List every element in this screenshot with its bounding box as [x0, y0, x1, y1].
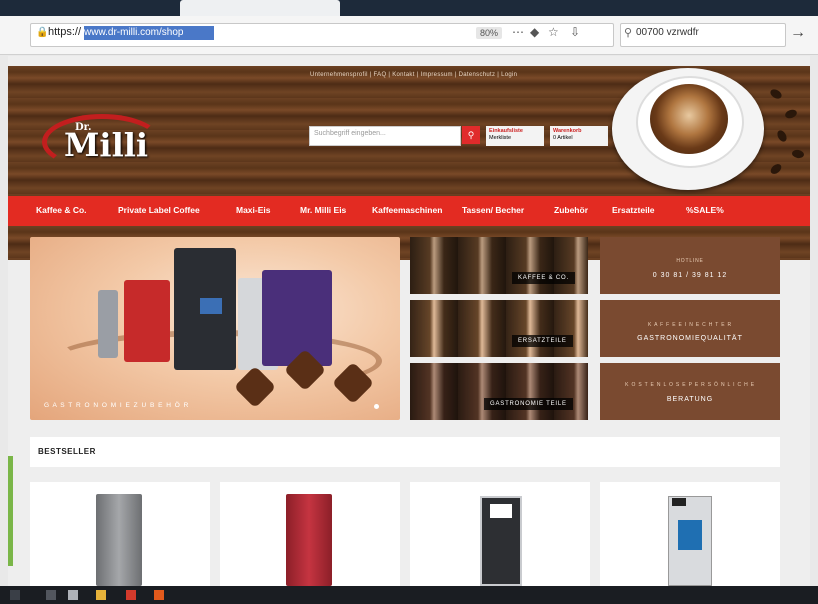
hotline-tile[interactable] [600, 237, 780, 294]
url-prefix: https:// [48, 26, 82, 38]
beratung-label: K O S T E N L O S E P E R S Ö N L I C H … [625, 382, 755, 388]
hotline-number: 0 30 81 / 39 81 12 [652, 272, 728, 279]
cart-box[interactable]: Warenkorb 0 Artikel [550, 126, 608, 146]
nav-item-tassen[interactable]: Tassen/ Becher [462, 205, 524, 215]
tile-gastronomie[interactable] [410, 363, 588, 420]
app-icon[interactable] [126, 590, 136, 600]
task-view-icon[interactable] [68, 590, 78, 600]
search-icon[interactable] [46, 590, 56, 600]
browser-tab-active[interactable] [180, 0, 340, 16]
nav-item-kaffeemaschinen[interactable]: Kaffeemaschinen [372, 205, 442, 215]
tile-kaffee[interactable] [410, 237, 588, 294]
coffee-machine-image [124, 280, 170, 362]
download-icon[interactable]: ⇩ [570, 25, 580, 39]
nav-item-maxi-eis[interactable]: Maxi-Eis [236, 205, 271, 215]
cart-title: Warenkorb [553, 128, 582, 134]
bestseller-title: BESTSELLER [38, 447, 96, 456]
tile-ersatzteile[interactable] [410, 300, 588, 357]
browser-tab-bar [0, 0, 818, 16]
tile-kaffee-label: KAFFEE & CO. [512, 272, 575, 284]
machine-display-image [200, 298, 222, 314]
hotline-label: HOTLINE [676, 258, 704, 264]
wishlist-box[interactable]: Einkaufsliste Merkliste [486, 126, 544, 146]
nav-item-sale[interactable]: %SALE% [686, 205, 724, 215]
product-image [96, 494, 142, 586]
zoom-level[interactable]: 80% [476, 27, 503, 39]
beratung-tile[interactable] [600, 363, 780, 420]
hero-caption: G A S T R O N O M I E Z U B E H Ö R [44, 402, 190, 409]
product-image [286, 494, 332, 586]
arrow-right-icon[interactable]: → [790, 24, 806, 42]
nav-item-kaffee[interactable]: Kaffee & Co. [36, 205, 87, 215]
tile-gastronomie-label: GASTRONOMIE TEILE [484, 398, 573, 410]
search-icon: ⚲ [624, 27, 633, 39]
machine-display-image [678, 520, 702, 550]
product-image [672, 498, 686, 506]
explorer-icon[interactable] [96, 590, 106, 600]
top-links[interactable]: Unternehmensprofil | FAQ | Kontakt | Imp… [310, 72, 517, 78]
feedback-tab[interactable] [8, 456, 13, 566]
slider-dot[interactable] [374, 404, 379, 409]
machine-display-image [490, 504, 512, 518]
nav-item-mr-milli[interactable]: Mr. Milli Eis [300, 205, 346, 215]
wishlist-title: Einkaufsliste [489, 128, 523, 134]
more-icon[interactable]: ⋯ [512, 25, 524, 39]
quality-label: K A F F E E I N E C H T E R [648, 322, 732, 328]
wishlist-line: Merkliste [489, 135, 512, 141]
quality-title: GASTRONOMIEQUALITÄT [637, 335, 743, 342]
nav-item-zubehoer[interactable]: Zubehör [554, 205, 588, 215]
logo[interactable]: Milli [64, 126, 148, 164]
nav-item-private-label[interactable]: Private Label Coffee [118, 205, 200, 215]
site-search-placeholder: Suchbegriff eingeben... [314, 130, 386, 137]
firefox-icon[interactable] [154, 590, 164, 600]
url-selected-text[interactable]: www.dr-milli.com/shop [84, 26, 214, 40]
quality-tile[interactable] [600, 300, 780, 357]
nav-item-ersatzteile[interactable]: Ersatzteile [612, 205, 655, 215]
site-search-button[interactable]: ⚲ [462, 126, 480, 144]
browser-search-text: 00700 vzrwdfr [636, 27, 699, 38]
coffee-machine-image [262, 270, 332, 366]
start-icon[interactable] [10, 590, 20, 600]
os-taskbar [0, 586, 818, 604]
beratung-title: BERATUNG [666, 396, 714, 403]
tile-ersatzteile-label: ERSATZTEILE [512, 335, 573, 347]
pocket-icon[interactable]: ◆ [530, 25, 539, 39]
cart-line: 0 Artikel [553, 135, 573, 141]
star-icon[interactable]: ☆ [548, 25, 559, 39]
bestseller-bar [30, 437, 780, 467]
lock-icon: 🔒 [36, 27, 49, 38]
latte-art-image [650, 84, 728, 154]
coffee-machine-image [98, 290, 118, 358]
